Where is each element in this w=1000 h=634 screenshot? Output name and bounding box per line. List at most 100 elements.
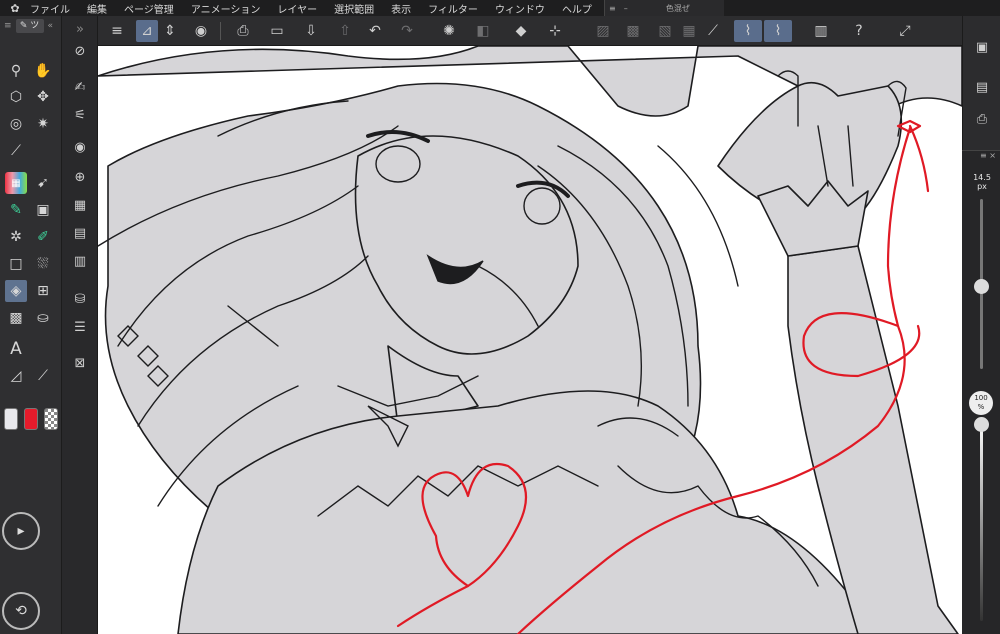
layer-stack-icon[interactable]: ☰ [69,316,91,338]
rotate-canvas-icon[interactable]: ⟲ [2,592,40,630]
panel-menu-icon[interactable]: ≡ [980,151,987,160]
ruler-icon[interactable]: ▦ [678,20,700,42]
color-set-icon[interactable]: ▦ [5,172,27,194]
menu-page[interactable]: ページ管理 [124,1,174,16]
pen-ruler-active-icon-2[interactable]: ⌇ [764,20,792,42]
opacity-slider-knob[interactable] [974,417,989,432]
panel-header: ≡ × [962,151,1000,165]
operation-icon[interactable]: ⬡ [5,86,27,108]
ruler-icon[interactable]: ◿ [5,365,27,387]
line-correct-icon[interactable]: ⟋ [32,365,54,387]
drawing-canvas[interactable] [98,46,962,634]
tool-tab[interactable]: ✎ ツ [15,19,44,33]
layer-property-icon[interactable]: ⊠ [69,352,91,374]
navigator-icon[interactable]: ⊘ [69,40,91,62]
fill-icon[interactable]: ◆ [510,20,532,42]
transparent-color-swatch[interactable] [44,408,58,430]
export-canvas-icon[interactable]: ⎙ [971,108,993,130]
app-logo-icon[interactable]: ✿ [0,2,30,15]
menu-selection[interactable]: 選択範囲 [334,1,374,16]
eraser-icon[interactable]: ◈ [5,280,27,302]
side-menu-icon[interactable]: ▸ [2,512,40,550]
zoom-icon[interactable]: ⚲ [5,60,27,82]
tool-palette: ≡ ✎ ツ « ⚲ ✋ ⬡ ✥ ◎ ✷ ⟋ ▦ ➹ ✎ ▣ ✲ ✐ □ ⛆ ◈ … [0,16,62,634]
hand-icon[interactable]: ✋ [32,60,54,82]
panel-menu-icon[interactable]: ≡ [4,21,12,31]
eyedropper-icon[interactable]: ⟋ [5,140,27,162]
brush-icon[interactable]: ✐ [32,226,54,248]
menu-help[interactable]: ヘルプ [562,1,592,16]
opacity-badge: 100 % [969,391,993,415]
lasso-icon[interactable]: ◎ [5,113,27,135]
brush-size-slider-knob[interactable] [974,279,989,294]
text-icon[interactable]: A [5,338,27,360]
resize-icon[interactable]: ⤢ [894,20,916,42]
gradient-icon[interactable]: ▩ [5,307,27,329]
color-wheel-icon[interactable]: ⊕ [69,166,91,188]
menu-edit[interactable]: 編集 [87,1,107,16]
export-icon[interactable]: ⎙ [232,20,254,42]
move-icon[interactable]: ✥ [32,86,54,108]
collapse-icon[interactable]: « [48,21,54,31]
airbrush-icon[interactable]: ⛆ [32,253,54,275]
menu-view[interactable]: 表示 [391,1,411,16]
undo-icon[interactable]: ↶ [364,20,386,42]
clear-icon[interactable]: ▨ [592,20,614,42]
color-mix-panel-header[interactable]: ≡ – 色混ぜ [604,0,724,16]
sync-icon[interactable]: ◉ [190,20,212,42]
folder-icon[interactable]: ▭ [266,20,288,42]
hatch-icon[interactable]: ▧ [654,20,676,42]
fill-icon[interactable]: ⛀ [32,307,54,329]
menu-filter[interactable]: フィルター [428,1,478,16]
transform-icon[interactable]: ⊹ [544,20,566,42]
opacity-slider-track[interactable] [980,421,983,621]
help-icon[interactable]: ? [848,20,870,42]
pen-ruler-active-icon[interactable]: ⌇ [734,20,762,42]
selection-rect-icon[interactable]: □ [5,253,27,275]
menu-icon[interactable]: ≡ [106,20,128,42]
line-art-illustration [98,46,962,634]
separator [220,22,221,40]
menu-window[interactable]: ウィンドウ [495,1,545,16]
pen-ruler-icon[interactable]: ⟋ [702,20,724,42]
object-select-icon[interactable]: ➹ [32,172,54,194]
approx-color-icon[interactable]: ▥ [69,250,91,272]
opacity-value: 100 [974,394,988,402]
panel-minimize-icon[interactable]: – [624,4,628,13]
brush-size-value: 14.5 [973,173,991,182]
decoration-icon[interactable]: ✲ [5,226,27,248]
brush-size-unit: px [977,182,987,191]
redo-icon[interactable]: ↷ [396,20,418,42]
new-canvas-icon[interactable]: ⊿ [136,20,158,42]
loading-icon[interactable]: ✺ [438,20,460,42]
tool-palette-header: ≡ ✎ ツ « [0,16,61,36]
magic-wand-icon[interactable]: ✷ [32,113,54,135]
save-icon[interactable]: ⇩ [300,20,322,42]
panel-title: 色混ぜ [665,3,690,13]
sub-tool-icon[interactable]: ✍ [69,76,91,98]
material-icon[interactable]: ⛁ [69,288,91,310]
frame-icon[interactable]: ▣ [32,199,54,221]
close-icon[interactable]: × [989,151,996,160]
expand-icon[interactable]: ⇕ [164,20,176,42]
history-icon[interactable]: ▤ [69,222,91,244]
upload-icon[interactable]: ⇧ [334,20,356,42]
save-canvas-icon[interactable]: ▤ [971,76,993,98]
main-color-swatch[interactable] [4,408,18,430]
brush-size-panel: ≡ × 14.5 px 100 % [962,150,1000,634]
menu-layer[interactable]: レイヤー [277,1,317,16]
menu-file[interactable]: ファイル [30,1,70,16]
pen-icon[interactable]: ✎ [5,199,27,221]
layer-icon[interactable]: ◧ [472,20,494,42]
sub-color-swatch[interactable] [24,408,38,430]
layer-panel-icon[interactable]: ▣ [971,36,993,58]
panel-menu-icon[interactable]: ≡ [609,4,616,13]
collapse-icon[interactable]: » [69,18,91,40]
tool-property-icon[interactable]: ⚟ [69,104,91,126]
grid-icon[interactable]: ⊞ [32,280,54,302]
menu-animation[interactable]: アニメーション [191,1,261,16]
cut-icon[interactable]: ▩ [622,20,644,42]
color-set-icon[interactable]: ▦ [69,194,91,216]
brush-size-icon[interactable]: ◉ [69,136,91,158]
save-canvas-icon[interactable]: ▥ [810,20,832,42]
